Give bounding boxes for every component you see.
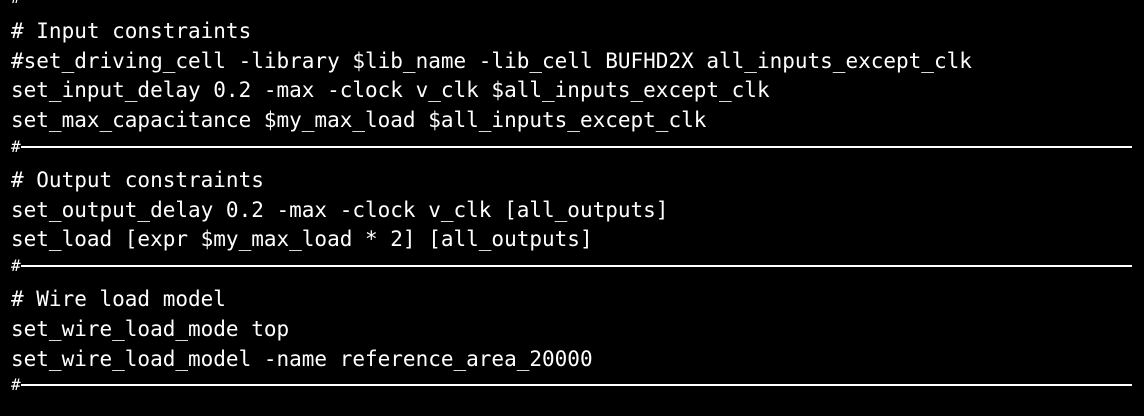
comment-wire-load-model: # Wire load model [11, 286, 226, 311]
separator-rule [20, 265, 1132, 268]
separator-line: # [11, 255, 1144, 285]
separator-line: # [11, 0, 1144, 17]
code-line-set-wire-load-mode: set_wire_load_mode top [11, 316, 290, 341]
separator-hash: # [11, 136, 21, 156]
separator-line: # [11, 374, 1144, 404]
code-line-set-load: set_load [expr $my_max_load * 2] [all_ou… [11, 227, 593, 252]
separator-hash: # [11, 256, 21, 276]
separator-line: # [11, 136, 1144, 166]
comment-output-constraints: # Output constraints [11, 167, 264, 192]
code-line-set-input-delay: set_input_delay 0.2 -max -clock v_clk $a… [11, 78, 770, 103]
separator-rule [20, 145, 1132, 148]
comment-input-constraints: # Input constraints [11, 18, 252, 43]
code-line-set-driving-cell: #set_driving_cell -library $lib_name -li… [11, 48, 972, 73]
separator-hash: # [11, 0, 21, 13]
code-line-set-output-delay: set_output_delay 0.2 -max -clock v_clk [… [11, 197, 669, 222]
separator-rule [20, 384, 1132, 387]
code-line-set-max-capacitance: set_max_capacitance $my_max_load $all_in… [11, 108, 707, 133]
code-line-set-wire-load-model: set_wire_load_model -name reference_area… [11, 346, 593, 371]
terminal-window[interactable]: # # Input constraints #set_driving_cell … [0, 0, 1144, 416]
separator-hash: # [11, 375, 21, 395]
